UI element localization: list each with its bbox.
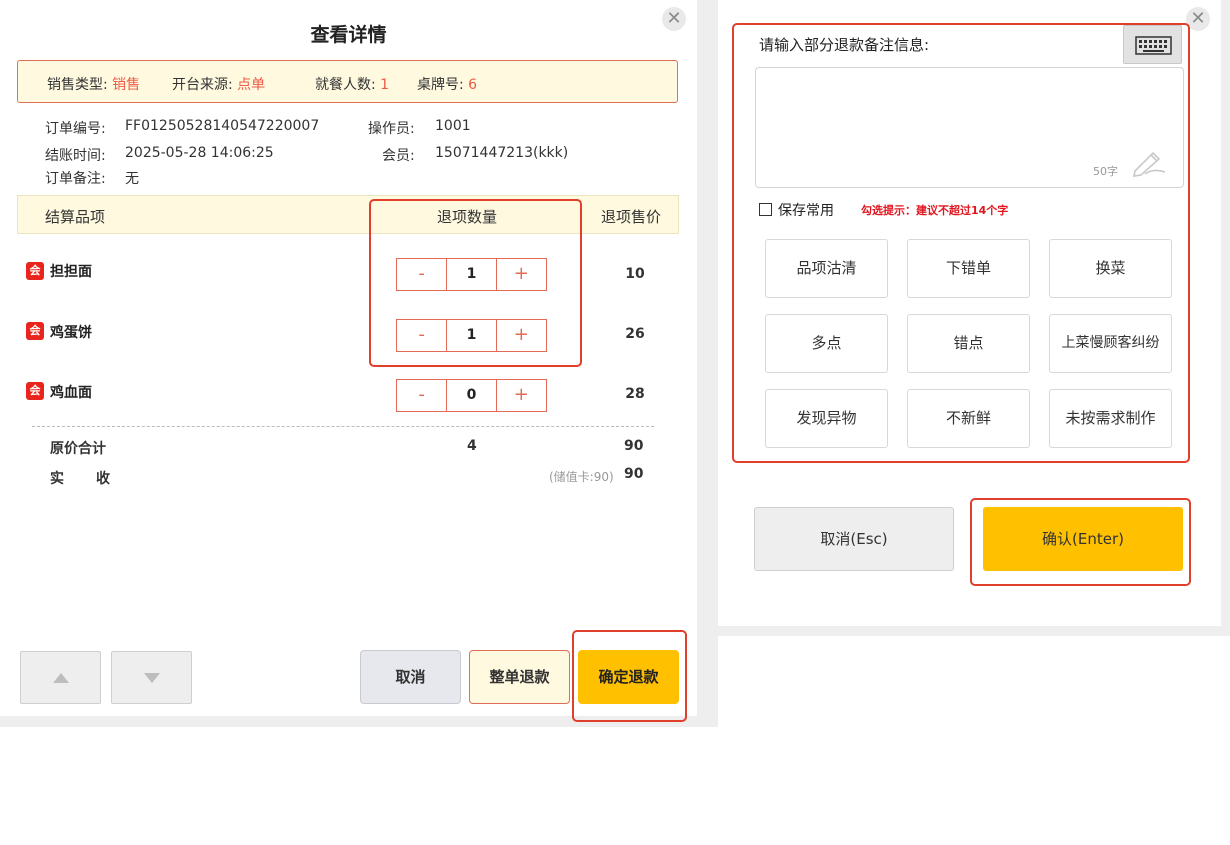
reason-sold-out[interactable]: 品项沽清 [765, 239, 888, 298]
item-name: 鸡蛋饼 [50, 325, 92, 341]
increase-button[interactable]: + [497, 380, 546, 411]
reason-wrong-order[interactable]: 下错单 [907, 239, 1030, 298]
member-price-badge: 会 [26, 382, 44, 400]
reason-slow-serving[interactable]: 上菜慢顾客纠纷 [1049, 314, 1172, 373]
remark-textarea[interactable] [755, 67, 1184, 188]
handwriting-icon[interactable] [1131, 147, 1167, 177]
close-icon[interactable]: ✕ [662, 7, 686, 31]
member-price-badge: 会 [26, 322, 44, 340]
order-remark-label: 订单备注: [45, 171, 106, 187]
checkout-time-value: 2025-05-28 14:06:25 [125, 145, 274, 161]
scroll-up-button[interactable] [20, 651, 101, 704]
items-table-header: 结算品项 退项数量 退项售价 [17, 195, 679, 234]
order-no-value: FF01250528140547220007 [125, 118, 320, 134]
increase-button[interactable]: + [497, 320, 546, 351]
save-common-checkbox[interactable]: 保存常用 [759, 200, 834, 220]
original-total-amount: 90 [624, 438, 644, 454]
hint-text: 勾选提示：建议不超过14个字 [861, 204, 1009, 217]
decrease-button[interactable]: - [397, 380, 446, 411]
reason-not-fresh[interactable]: 不新鲜 [907, 389, 1030, 448]
actual-label-2: 收 [96, 471, 110, 487]
background-strip [697, 0, 718, 727]
char-counter: 50字 [1093, 165, 1118, 178]
checkbox-icon[interactable] [759, 203, 772, 216]
scroll-down-button[interactable] [111, 651, 192, 704]
col-item: 结算品项 [45, 208, 106, 226]
keyboard-icon [1135, 36, 1172, 55]
actual-label-1: 实 [50, 471, 64, 487]
stored-value-note: (储值卡:90) [549, 470, 614, 484]
confirm-enter-button[interactable]: 确认(Enter) [983, 507, 1183, 571]
item-price: 26 [625, 326, 645, 342]
remark-label: 请输入部分退款备注信息: [759, 36, 930, 54]
order-info-bar: 销售类型: 销售 开台来源: 点单 就餐人数: 1 桌牌号: 6 [17, 60, 678, 103]
table-number: 桌牌号: 6 [417, 77, 478, 93]
order-detail-panel [0, 0, 697, 716]
operator-value: 1001 [435, 118, 471, 134]
triangle-down-icon [144, 673, 160, 683]
reason-foreign-object[interactable]: 发现异物 [765, 389, 888, 448]
col-qty: 退项数量 [437, 208, 498, 226]
actual-amount: 90 [624, 466, 644, 482]
reason-mis-order[interactable]: 错点 [907, 314, 1030, 373]
original-total-qty: 4 [467, 438, 477, 454]
decrease-button[interactable]: - [397, 320, 446, 351]
cancel-button[interactable]: 取消 [360, 650, 461, 704]
close-icon[interactable]: ✕ [1186, 7, 1210, 31]
quantity-stepper: - 1 + [396, 319, 547, 352]
reason-change-dish[interactable]: 换菜 [1049, 239, 1172, 298]
triangle-up-icon [53, 673, 69, 683]
checkout-time-label: 结账时间: [45, 148, 106, 164]
item-name: 鸡血面 [50, 385, 92, 401]
quantity-value[interactable]: 1 [446, 259, 497, 290]
order-no-label: 订单编号: [45, 121, 106, 137]
divider [32, 426, 654, 427]
increase-button[interactable]: + [497, 259, 546, 290]
order-remark-value: 无 [125, 171, 139, 187]
col-price: 退项售价 [601, 208, 662, 226]
reason-not-as-requested[interactable]: 未按需求制作 [1049, 389, 1172, 448]
item-price: 28 [625, 386, 645, 402]
sale-type: 销售类型: 销售 [47, 77, 141, 93]
background-strip [718, 626, 1230, 636]
background-strip [1221, 0, 1230, 636]
member-price-badge: 会 [26, 262, 44, 280]
page-title: 查看详情 [310, 24, 387, 46]
keyboard-button[interactable] [1123, 25, 1182, 64]
cancel-esc-button[interactable]: 取消(Esc) [754, 507, 954, 571]
item-name: 担担面 [50, 264, 92, 280]
original-total-label: 原价合计 [50, 441, 106, 457]
member-label: 会员: [382, 148, 415, 164]
quantity-value[interactable]: 0 [446, 380, 497, 411]
quantity-stepper: - 0 + [396, 379, 547, 412]
background-strip [0, 716, 708, 727]
reason-extra-order[interactable]: 多点 [765, 314, 888, 373]
quantity-stepper: - 1 + [396, 258, 547, 291]
confirm-refund-button[interactable]: 确定退款 [578, 650, 679, 704]
decrease-button[interactable]: - [397, 259, 446, 290]
open-source: 开台来源: 点单 [172, 77, 266, 93]
quantity-value[interactable]: 1 [446, 320, 497, 351]
operator-label: 操作员: [368, 121, 415, 137]
diners-count: 就餐人数: 1 [315, 77, 390, 93]
item-price: 10 [625, 266, 645, 282]
member-value: 15071447213(kkk) [435, 145, 569, 161]
full-refund-button[interactable]: 整单退款 [469, 650, 570, 704]
